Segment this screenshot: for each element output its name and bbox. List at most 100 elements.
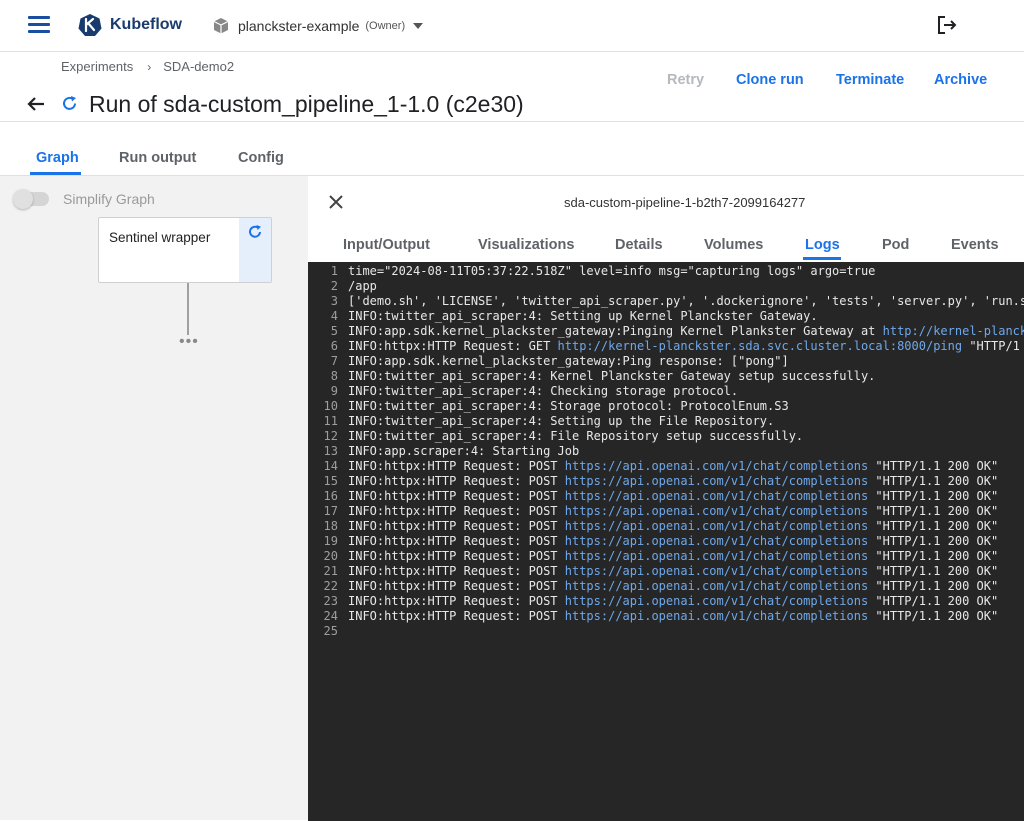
panel-tab-visualizations[interactable]: Visualizations	[478, 237, 574, 253]
kubeflow-logo-icon[interactable]	[78, 13, 102, 37]
more-nodes-indicator[interactable]: •••	[179, 334, 199, 350]
tab-run-output[interactable]: Run output	[119, 150, 196, 166]
log-link[interactable]: https://api.openai.com/v1/chat/completio…	[565, 534, 868, 548]
panel-tab-pod[interactable]: Pod	[882, 237, 909, 253]
log-line-text: INFO:httpx:HTTP Request: POST https://ap…	[348, 549, 998, 564]
log-line: 13 INFO:app.scraper:4: Starting Job	[308, 444, 1024, 459]
panel-tab-volumes[interactable]: Volumes	[704, 237, 763, 253]
tab-config[interactable]: Config	[238, 150, 284, 166]
log-line-number: 7	[330, 354, 338, 368]
log-text: INFO:twitter_api_scraper:4: Setting up t…	[348, 414, 775, 428]
log-line: 7 INFO:app.sdk.kernel_plackster_gateway:P…	[308, 354, 1024, 369]
namespace-selector[interactable]: planckster-example (Owner)	[212, 14, 424, 38]
log-text: INFO:twitter_api_scraper:4: Kernel Planc…	[348, 369, 876, 383]
log-text: INFO:httpx:HTTP Request: GET	[348, 339, 558, 353]
log-line-number: 3	[330, 294, 338, 308]
log-link[interactable]: https://api.openai.com/v1/chat/completio…	[565, 594, 868, 608]
log-link[interactable]: https://api.openai.com/v1/chat/completio…	[565, 549, 868, 563]
node-details-panel: sda-custom-pipeline-1-b2th7-2099164277 I…	[308, 175, 1024, 821]
log-text: /app	[348, 279, 377, 293]
arrow-left-icon[interactable]	[26, 94, 46, 114]
divider	[0, 121, 1024, 122]
log-line: 2/app	[308, 279, 1024, 294]
graph-canvas[interactable]: Simplify Graph Sentinel wrapper •••	[0, 175, 308, 820]
log-line: 10 INFO:twitter_api_scraper:4: Storage pr…	[308, 399, 1024, 414]
log-link[interactable]: http://kernel-planckster.sda.svc.cluster…	[558, 339, 963, 353]
log-link[interactable]: http://kernel-planck	[883, 324, 1024, 338]
log-line-number: 21	[323, 564, 338, 578]
log-text: "HTTP/1.1 200 OK"	[868, 474, 999, 488]
caret-down-icon	[413, 23, 424, 29]
log-line-number: 12	[323, 429, 338, 443]
log-line-text: INFO:app.scraper:4: Starting Job	[348, 444, 579, 459]
graph-node-sentinel-wrapper[interactable]: Sentinel wrapper	[98, 217, 272, 283]
log-text: INFO:app.sdk.kernel_plackster_gateway:Pi…	[348, 324, 883, 338]
namespace-role: (Owner)	[365, 20, 406, 32]
log-link[interactable]: https://api.openai.com/v1/chat/completio…	[565, 474, 868, 488]
log-line-number: 6	[330, 339, 338, 353]
log-text: INFO:httpx:HTTP Request: POST	[348, 609, 565, 623]
log-link[interactable]: https://api.openai.com/v1/chat/completio…	[565, 609, 868, 623]
log-line-number: 8	[330, 369, 338, 383]
log-line-number: 5	[330, 324, 338, 338]
log-line-text: INFO:httpx:HTTP Request: POST https://ap…	[348, 594, 998, 609]
log-line-number: 14	[323, 459, 338, 473]
log-line-number: 24	[323, 609, 338, 623]
log-line-number: 16	[323, 489, 338, 503]
log-line: 1 time="2024-08-11T05:37:22.518Z" level=i…	[308, 264, 1024, 279]
terminate-button[interactable]: Terminate	[836, 72, 904, 88]
clone-run-button[interactable]: Clone run	[736, 72, 804, 88]
log-link[interactable]: https://api.openai.com/v1/chat/completio…	[565, 519, 868, 533]
log-line-text: INFO:httpx:HTTP Request: POST https://ap…	[348, 519, 998, 534]
log-viewer[interactable]: 1 time="2024-08-11T05:37:22.518Z" level=i…	[308, 262, 1024, 821]
refresh-icon	[63, 96, 76, 110]
log-line-number: 10	[323, 399, 338, 413]
breadcrumb-experiments[interactable]: Experiments	[61, 59, 133, 74]
logout-icon[interactable]	[936, 14, 958, 36]
log-line-text: time="2024-08-11T05:37:22.518Z" level=in…	[348, 264, 875, 279]
retry-button[interactable]: Retry	[667, 72, 704, 88]
log-line-number: 19	[323, 534, 338, 548]
log-link[interactable]: https://api.openai.com/v1/chat/completio…	[565, 579, 868, 593]
log-line-number: 4	[330, 309, 338, 323]
brand-name[interactable]: Kubeflow	[110, 16, 182, 34]
log-text: INFO:twitter_api_scraper:4: Setting up K…	[348, 309, 818, 323]
panel-tab-events[interactable]: Events	[951, 237, 999, 253]
log-line: 24 INFO:httpx:HTTP Request: POST https://…	[308, 609, 1024, 624]
simplify-graph-toggle[interactable]	[13, 189, 49, 209]
log-line-number: 18	[323, 519, 338, 533]
log-text: INFO:twitter_api_scraper:4: Storage prot…	[348, 399, 789, 413]
panel-tab-details[interactable]: Details	[615, 237, 663, 253]
log-line: 3 ['demo.sh', 'LICENSE', 'twitter_api_scr…	[308, 294, 1024, 309]
log-line: 22 INFO:httpx:HTTP Request: POST https://…	[308, 579, 1024, 594]
log-line-text: INFO:httpx:HTTP Request: POST https://ap…	[348, 564, 998, 579]
log-line: 25	[308, 624, 1024, 639]
log-line-number: 22	[323, 579, 338, 593]
hamburger-icon[interactable]	[28, 16, 50, 34]
log-line-text: INFO:httpx:HTTP Request: POST https://ap…	[348, 579, 998, 594]
log-text: "HTTP/1.1 200 OK"	[868, 519, 999, 533]
log-text: INFO:httpx:HTTP Request: POST	[348, 504, 565, 518]
log-line: 15 INFO:httpx:HTTP Request: POST https://…	[308, 474, 1024, 489]
log-text: INFO:httpx:HTTP Request: POST	[348, 459, 565, 473]
log-line: 8 INFO:twitter_api_scraper:4: Kernel Plan…	[308, 369, 1024, 384]
tab-graph[interactable]: Graph	[36, 150, 79, 166]
archive-button[interactable]: Archive	[934, 72, 987, 88]
log-text: INFO:httpx:HTTP Request: POST	[348, 594, 565, 608]
log-line-text: INFO:httpx:HTTP Request: GET http://kern…	[348, 339, 1020, 354]
log-line: 20 INFO:httpx:HTTP Request: POST https://…	[308, 549, 1024, 564]
log-text: "HTTP/1	[962, 339, 1020, 353]
log-link[interactable]: https://api.openai.com/v1/chat/completio…	[565, 564, 868, 578]
close-icon[interactable]	[327, 193, 345, 211]
log-link[interactable]: https://api.openai.com/v1/chat/completio…	[565, 459, 868, 473]
panel-tab-logs[interactable]: Logs	[805, 237, 840, 253]
log-line-text: INFO:httpx:HTTP Request: POST https://ap…	[348, 489, 998, 504]
log-line-number: 17	[323, 504, 338, 518]
log-line-text: INFO:httpx:HTTP Request: POST https://ap…	[348, 459, 998, 474]
panel-tab-input-output[interactable]: Input/Output	[343, 237, 430, 253]
log-line-number: 23	[323, 594, 338, 608]
log-link[interactable]: https://api.openai.com/v1/chat/completio…	[565, 489, 868, 503]
log-line: 18 INFO:httpx:HTTP Request: POST https://…	[308, 519, 1024, 534]
breadcrumb-experiment-name[interactable]: SDA-demo2	[163, 59, 234, 74]
log-link[interactable]: https://api.openai.com/v1/chat/completio…	[565, 504, 868, 518]
